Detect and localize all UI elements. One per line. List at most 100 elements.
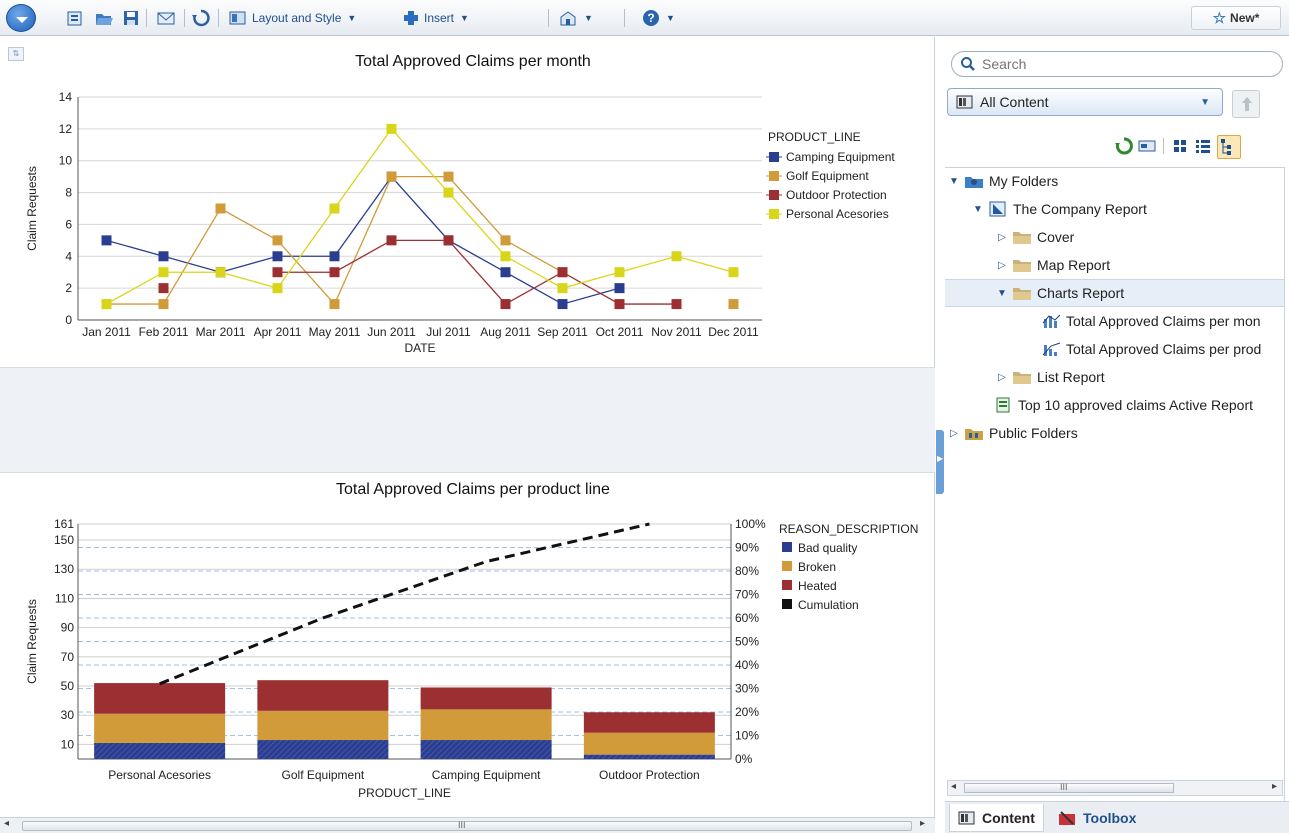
tree-node-claims-per-month[interactable]: Total Approved Claims per mon xyxy=(1041,308,1261,334)
layout-style-label: Layout and Style xyxy=(252,11,342,25)
y-tick-label: 50 xyxy=(61,679,75,693)
new-report-icon xyxy=(67,11,82,26)
search-box[interactable] xyxy=(951,51,1283,77)
x-tick-label: Outdoor Protection xyxy=(599,768,700,782)
tree-label: List Report xyxy=(1037,369,1105,385)
search-input[interactable] xyxy=(980,55,1260,73)
y2-tick-label: 40% xyxy=(735,658,759,672)
x-tick-label: Camping Equipment xyxy=(432,768,541,782)
insert-menu[interactable]: Insert ▼ xyxy=(402,8,469,28)
save-button[interactable] xyxy=(122,8,140,28)
scrollbar-thumb[interactable]: III xyxy=(22,820,912,831)
my-folders-icon xyxy=(965,177,983,188)
toolbox-icon xyxy=(1059,811,1075,825)
y2-tick-label: 60% xyxy=(735,611,759,625)
y-axis-label: Claim Requests xyxy=(25,599,39,684)
tree-view-icon xyxy=(1221,139,1231,155)
scroll-right-icon[interactable]: ▸ xyxy=(1272,781,1277,792)
tree-label: My Folders xyxy=(989,173,1059,189)
report-canvas: ⇅ Total Approved Claims per month 024681… xyxy=(0,37,935,817)
y2-tick-label: 0% xyxy=(735,752,753,766)
divider xyxy=(1163,138,1164,154)
legend-swatch xyxy=(782,561,792,571)
icon-view-icon[interactable] xyxy=(1171,137,1189,155)
x-tick-label: Personal Acesories xyxy=(108,768,211,782)
bar-segment xyxy=(94,713,226,743)
public-folders-icon xyxy=(965,429,983,440)
expanded-triangle-icon[interactable]: ▼ xyxy=(997,288,1007,299)
tab-content[interactable]: Content xyxy=(949,804,1044,832)
pareto-chart[interactable]: 0% 10% 20% 30% 40% 50% 60% 70% 80% 90% 100% 10 30 50 7… xyxy=(0,37,935,817)
tree-node-claims-per-product[interactable]: Total Approved Claims per prod xyxy=(1041,336,1261,362)
scroll-left-icon[interactable]: ◂ xyxy=(951,781,956,792)
chevron-down-icon: ▼ xyxy=(347,13,357,23)
tree-label: The Company Report xyxy=(1013,201,1147,217)
tree-node-list-report[interactable]: ▷ List Report xyxy=(997,364,1105,390)
collapsed-triangle-icon[interactable]: ▷ xyxy=(949,428,959,439)
toolbar-divider xyxy=(548,9,549,27)
search-icon xyxy=(961,57,975,71)
folder-icon xyxy=(1013,232,1031,244)
scroll-left-icon[interactable]: ◂ xyxy=(4,818,9,829)
tree-node-charts-report[interactable]: ▼ Charts Report xyxy=(997,280,1124,306)
bar-segment xyxy=(583,754,715,759)
plus-icon xyxy=(404,11,418,25)
insert-label: Insert xyxy=(424,11,455,25)
bar-segment xyxy=(94,683,226,714)
panel-collapse-handle[interactable]: ▶ xyxy=(936,430,944,494)
layout-style-menu[interactable]: Layout and Style ▼ xyxy=(228,8,356,28)
collapsed-triangle-icon[interactable]: ▷ xyxy=(997,260,1007,271)
tree-node-my-folders[interactable]: ▼ My Folders xyxy=(949,168,1058,194)
tree-node-top10-active-report[interactable]: Top 10 approved claims Active Report xyxy=(993,392,1253,418)
app-menu-button[interactable] xyxy=(6,4,36,32)
content-source-select[interactable]: All Content ▼ xyxy=(947,88,1223,116)
scrollbar-thumb[interactable]: III xyxy=(964,782,1174,793)
refresh-button[interactable] xyxy=(192,8,210,28)
open-button[interactable] xyxy=(94,8,114,28)
email-button[interactable] xyxy=(156,8,176,28)
expanded-triangle-icon[interactable]: ▼ xyxy=(973,204,983,215)
up-level-button[interactable] xyxy=(1232,90,1260,118)
y-tick-label: 161 xyxy=(54,517,74,531)
y2-tick-label: 30% xyxy=(735,682,759,696)
help-menu[interactable]: ? ▼ xyxy=(642,8,675,28)
refresh-icon xyxy=(192,9,210,27)
tree-node-public-folders[interactable]: ▷ Public Folders xyxy=(949,420,1078,446)
new-report-tab[interactable]: ☆ New* xyxy=(1191,6,1281,30)
tree-view-button[interactable] xyxy=(1217,135,1241,159)
properties-icon[interactable] xyxy=(1138,137,1156,155)
save-icon xyxy=(124,11,138,25)
canvas-horizontal-scrollbar[interactable]: ◂ III ▸ xyxy=(0,817,935,833)
collapsed-triangle-icon[interactable]: ▷ xyxy=(997,372,1007,383)
content-library-icon xyxy=(958,811,975,824)
y-tick-label: 90 xyxy=(61,621,75,635)
y2-tick-label: 100% xyxy=(735,517,766,531)
y-tick-label: 150 xyxy=(54,533,74,547)
y2-tick-label: 80% xyxy=(735,564,759,578)
x-axis-label: PRODUCT_LINE xyxy=(358,786,451,800)
tree-node-cover[interactable]: ▷ Cover xyxy=(997,224,1074,250)
layout-icon xyxy=(229,11,246,25)
scroll-right-icon[interactable]: ▸ xyxy=(920,818,925,829)
collapsed-triangle-icon[interactable]: ▷ xyxy=(997,232,1007,243)
bar-segment xyxy=(257,680,389,711)
tree-horizontal-scrollbar[interactable]: ◂ III ▸ xyxy=(947,780,1283,796)
tab-toolbox[interactable]: Toolbox xyxy=(1049,804,1144,832)
data-menu[interactable]: ▼ xyxy=(558,8,593,28)
open-folder-icon xyxy=(96,14,113,25)
tab-label: Content xyxy=(982,809,1035,826)
y2-tick-label: 10% xyxy=(735,729,759,743)
bar-segment xyxy=(420,740,552,759)
data-cube-icon xyxy=(560,11,576,26)
y2-tick-label: 50% xyxy=(735,635,759,649)
tree-node-map-report[interactable]: ▷ Map Report xyxy=(997,252,1110,278)
tree-label: Total Approved Claims per mon xyxy=(1066,313,1261,329)
tree-node-company-report[interactable]: ▼ The Company Report xyxy=(973,196,1147,222)
expanded-triangle-icon[interactable]: ▼ xyxy=(949,176,959,187)
tree-label: Total Approved Claims per prod xyxy=(1066,341,1262,357)
list-view-icon[interactable] xyxy=(1194,137,1212,155)
legend-swatch xyxy=(782,580,792,590)
refresh-icon[interactable] xyxy=(1115,137,1133,155)
new-report-button[interactable] xyxy=(66,8,84,28)
bar-segment xyxy=(583,732,715,755)
